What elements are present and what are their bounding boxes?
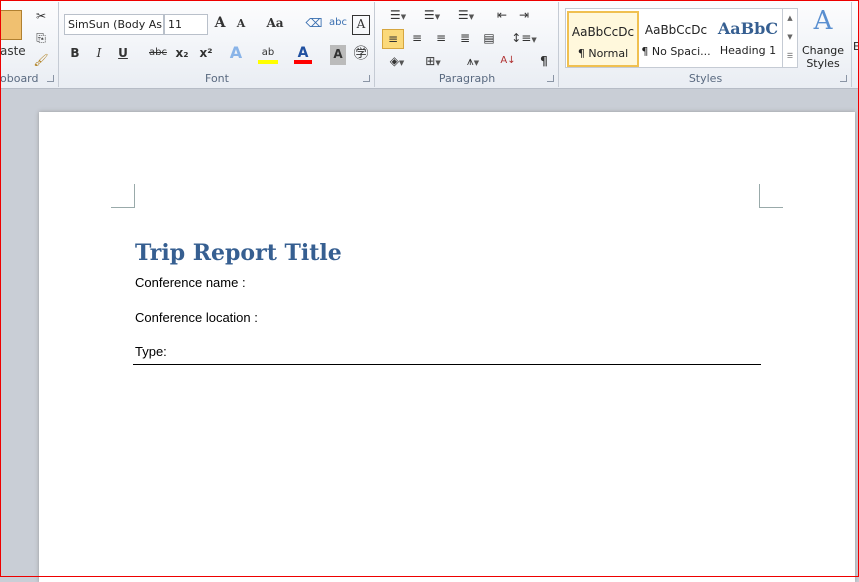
align-right-button[interactable]: ≡ [430, 29, 452, 49]
subscript-button[interactable]: x₂ [172, 44, 192, 64]
font-launcher[interactable] [363, 75, 370, 82]
text-effects-icon[interactable]: A [226, 44, 246, 64]
shrink-font-icon[interactable]: A [232, 15, 250, 35]
multilevel-list-icon[interactable]: ☰▼ [452, 6, 480, 26]
document-title[interactable]: Trip Report Title [135, 240, 342, 266]
style-heading-1[interactable]: AaBbC Heading 1 [712, 11, 784, 67]
align-left-button[interactable]: ≡ [382, 29, 404, 49]
document-page[interactable]: Trip Report Title Conference name : Conf… [39, 112, 855, 582]
sort-icon[interactable]: A↓ [498, 52, 518, 72]
align-center-button[interactable]: ≡ [406, 29, 428, 49]
style-name: Heading 1 [719, 44, 777, 57]
crop-mark-top-left [111, 184, 135, 208]
copy-icon[interactable]: ⎘ [32, 29, 50, 49]
bullets-icon[interactable]: ☰▼ [384, 6, 412, 26]
format-painter-icon[interactable]: 🖌 [32, 51, 50, 71]
ribbon: aste ✂ ⎘ 🖌 oboard SimSun (Body As 11 A A… [0, 0, 859, 89]
conference-name-line[interactable]: Conference name : [135, 275, 246, 290]
horizontal-rule [133, 364, 761, 365]
style-no-spacing[interactable]: AaBbCcDc ¶ No Spaci... [640, 11, 712, 67]
strikethrough-button[interactable]: abc [146, 44, 170, 64]
paragraph-label: Paragraph [438, 72, 496, 85]
styles-label: Styles [688, 72, 723, 85]
italic-button[interactable]: I [90, 44, 108, 64]
font-name-select[interactable]: SimSun (Body As [64, 14, 164, 35]
distributed-button[interactable]: ▤ [478, 29, 500, 49]
crop-mark-top-right [759, 184, 783, 208]
font-label: Font [205, 72, 229, 85]
style-normal[interactable]: AaBbCcDc ¶ Normal [567, 11, 639, 67]
borders-icon[interactable]: ⊞▼ [418, 52, 448, 72]
increase-indent-icon[interactable]: ⇥ [514, 6, 534, 26]
clipboard-launcher[interactable] [47, 75, 54, 82]
type-line[interactable]: Type: [135, 344, 167, 359]
grow-font-icon[interactable]: A [210, 14, 230, 34]
clear-formatting-icon[interactable]: ⌫ [304, 14, 324, 34]
numbering-icon[interactable]: ☰▼ [418, 6, 446, 26]
phonetic-guide-icon[interactable]: abc [328, 14, 348, 34]
justify-button[interactable]: ≣ [454, 29, 476, 49]
style-preview: AaBbC [717, 19, 779, 38]
bold-button[interactable]: B [66, 44, 84, 64]
shading-icon[interactable]: ◈▼ [382, 52, 412, 72]
font-color-icon[interactable]: A [294, 44, 312, 64]
font-group: SimSun (Body As 11 A A Aa ⌫ abc A B I U … [60, 2, 375, 87]
editing-group-partial[interactable]: E [853, 40, 859, 53]
underline-button[interactable]: U [114, 44, 132, 64]
paragraph-group: ☰▼ ☰▼ ☰▼ ⇤ ⇥ ≡ ≡ ≡ ≣ ▤ ↕≡▼ ◈▼ ⊞▼ ⩚▼ A↓ ¶… [376, 2, 559, 87]
paragraph-launcher[interactable] [547, 75, 554, 82]
superscript-button[interactable]: x² [196, 44, 216, 64]
style-preview: AaBbCcDc [571, 25, 635, 39]
paste-icon[interactable] [0, 10, 22, 40]
character-border-icon[interactable]: A [352, 15, 370, 35]
styles-launcher[interactable] [840, 75, 847, 82]
change-case-button[interactable]: Aa [262, 14, 288, 34]
change-styles-icon[interactable]: A [808, 6, 838, 36]
style-preview: AaBbCcDc [644, 23, 708, 37]
font-size-select[interactable]: 11 [164, 14, 208, 35]
style-name: ¶ Normal [577, 47, 629, 60]
enclose-characters-icon[interactable]: ㊫ [352, 44, 370, 64]
show-marks-button[interactable]: ¶ [534, 52, 554, 72]
conference-location-line[interactable]: Conference location : [135, 310, 258, 325]
asian-layout-icon[interactable]: ⩚▼ [458, 52, 488, 72]
cut-icon[interactable]: ✂ [32, 7, 50, 27]
paste-button[interactable]: aste [0, 42, 26, 62]
style-name: ¶ No Spaci... [641, 45, 711, 58]
character-shading-icon[interactable]: A [330, 45, 346, 65]
styles-group: AaBbCcDc ¶ Normal AaBbCcDc ¶ No Spaci...… [560, 2, 852, 87]
change-styles-button[interactable]: Change Styles [800, 44, 846, 70]
styles-scroll[interactable]: ▲ ▼ ☰ [782, 9, 797, 67]
decrease-indent-icon[interactable]: ⇤ [492, 6, 512, 26]
highlight-icon[interactable]: ab [258, 44, 278, 64]
clipboard-group: aste ✂ ⎘ 🖌 oboard [0, 2, 59, 87]
line-spacing-icon[interactable]: ↕≡▼ [510, 29, 538, 49]
